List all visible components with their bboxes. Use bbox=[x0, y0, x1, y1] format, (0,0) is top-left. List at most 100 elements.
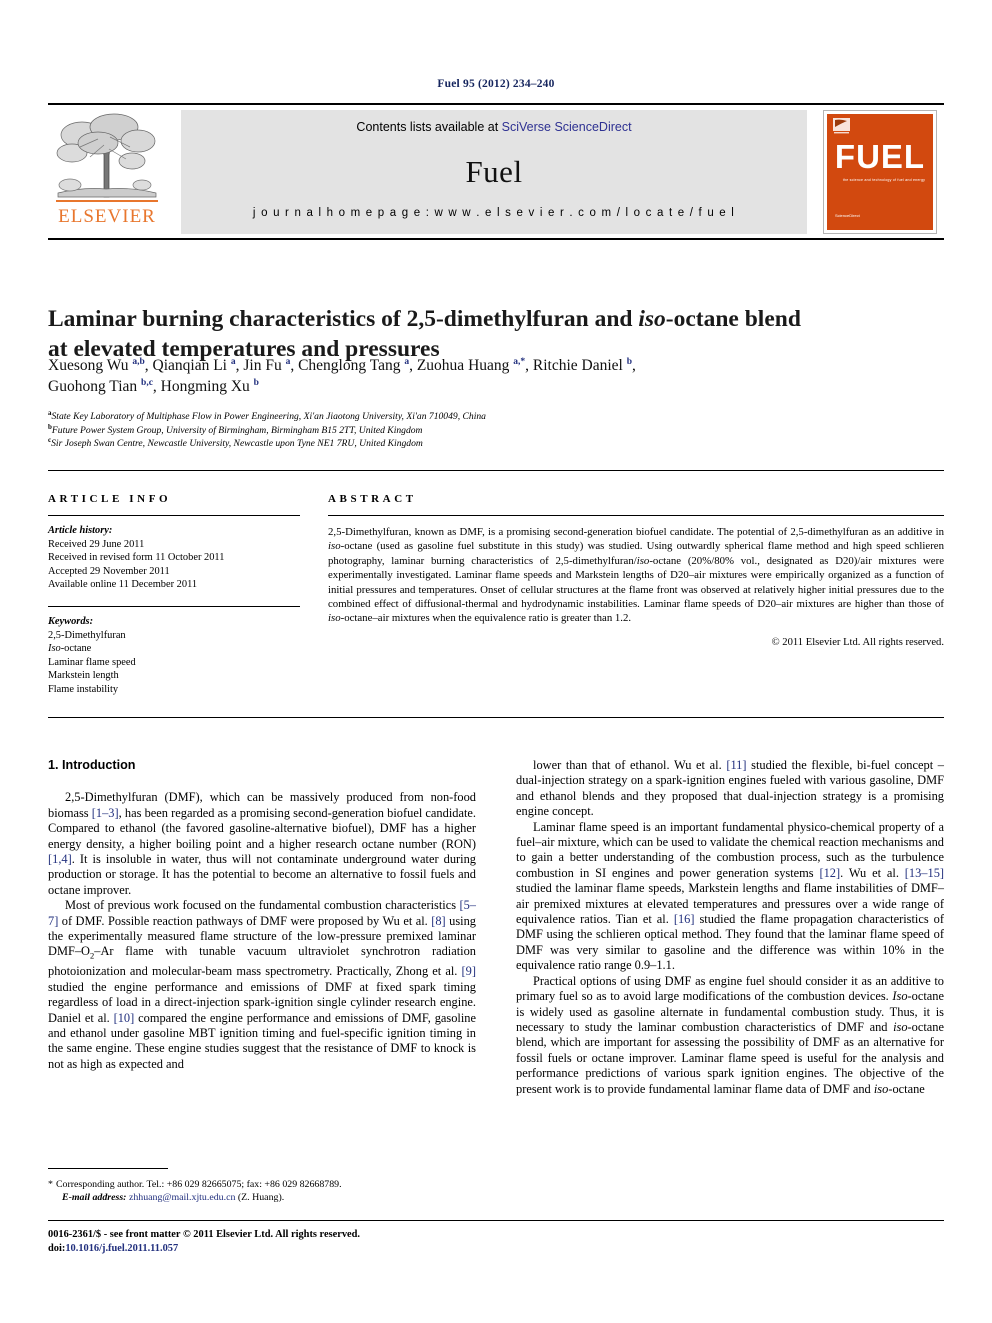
section-heading-introduction: 1. Introduction bbox=[48, 758, 136, 772]
doi-line: doi:10.1016/j.fuel.2011.11.057 bbox=[48, 1242, 608, 1256]
keyword-item: Laminar flame speed bbox=[48, 656, 136, 668]
italic-term: iso bbox=[893, 1019, 908, 1034]
citation-reference[interactable]: [16] bbox=[674, 912, 695, 926]
elsevier-wordmark: ELSEVIER bbox=[58, 206, 156, 227]
doi-label: doi: bbox=[48, 1242, 66, 1254]
article-info-column: ARTICLE INFO Article history: Received 2… bbox=[48, 471, 300, 697]
contents-available-line: Contents lists available at SciVerse Sci… bbox=[181, 120, 807, 134]
footnote-marker: * bbox=[48, 1179, 53, 1190]
abstract-rule bbox=[328, 515, 944, 516]
author-affiliation-marker: b,c bbox=[141, 377, 153, 388]
author-name: Chenglong Tang bbox=[298, 357, 405, 374]
email-owner: (Z. Huang). bbox=[237, 1192, 285, 1204]
affiliation-text: State Key Laboratory of Multiphase Flow … bbox=[51, 411, 486, 422]
citation-reference[interactable]: [13–15] bbox=[905, 866, 944, 880]
cover-footer: ScienceDirect bbox=[835, 213, 860, 218]
email-link[interactable]: zhhuang@mail.xjtu.edu.cn bbox=[129, 1192, 235, 1203]
footnote-line-2: E-mail address: zhhuang@mail.xjtu.edu.cn… bbox=[48, 1191, 476, 1204]
affiliation-text: Sir Joseph Swan Centre, Newcastle Univer… bbox=[51, 438, 423, 449]
author-name: Zuohua Huang bbox=[416, 357, 514, 374]
citation-reference[interactable]: [10] bbox=[114, 1011, 135, 1025]
article-history-block: Article history: Received 29 June 2011 Re… bbox=[48, 524, 300, 592]
journal-title: Fuel bbox=[465, 154, 523, 189]
affiliation-item: cSir Joseph Swan Centre, Newcastle Unive… bbox=[48, 436, 928, 451]
paragraph: Laminar flame speed is an important fund… bbox=[516, 819, 945, 973]
page-footer: 0016-2361/$ - see front matter © 2011 El… bbox=[48, 1228, 608, 1255]
affiliation-item: bFuture Power System Group, University o… bbox=[48, 423, 928, 438]
body-column-right: lower than that of ethanol. Wu et al. [1… bbox=[516, 758, 944, 1097]
citation-reference[interactable]: [5–7] bbox=[48, 898, 476, 927]
keyword-item: Iso-octane bbox=[48, 643, 92, 655]
elsevier-tree-icon bbox=[56, 113, 158, 202]
citation-reference[interactable]: [11] bbox=[726, 758, 746, 772]
paragraph: lower than that of ethanol. Wu et al. [1… bbox=[516, 758, 944, 819]
article-info-heading: ARTICLE INFO bbox=[48, 493, 172, 505]
citation-reference[interactable]: [8] bbox=[431, 914, 445, 928]
keywords-label: Keywords: bbox=[48, 615, 94, 627]
citation-reference[interactable]: [12] bbox=[819, 866, 840, 880]
citation-reference[interactable]: [9] bbox=[462, 964, 476, 978]
issn-copyright-line: 0016-2361/$ - see front matter © 2011 El… bbox=[48, 1229, 361, 1240]
page-footer-rule bbox=[48, 1220, 944, 1221]
article-history-label: Article history: bbox=[48, 525, 113, 536]
corresponding-author-footnote: * Corresponding author. Tel.: +86 029 826… bbox=[48, 1168, 476, 1205]
email-label: E-mail address: bbox=[62, 1192, 127, 1204]
elsevier-logo: ELSEVIER bbox=[52, 109, 162, 234]
italic-term: iso bbox=[873, 1081, 889, 1096]
footnote-line-1: * Corresponding author. Tel.: +86 029 826… bbox=[48, 1178, 476, 1191]
citation-reference[interactable]: [1,4] bbox=[48, 852, 72, 866]
article-info-abstract-box: ARTICLE INFO Article history: Received 2… bbox=[48, 470, 944, 718]
author-affiliation-marker: b bbox=[626, 356, 633, 367]
author-affiliation-marker: a bbox=[230, 356, 236, 367]
author-name: Xuesong Wu bbox=[48, 357, 133, 374]
affiliation-item: aState Key Laboratory of Multiphase Flow… bbox=[48, 409, 928, 424]
abstract-column: ABSTRACT 2,5-Dimethylfuran, known as DMF… bbox=[328, 471, 944, 648]
journal-masthead: ELSEVIER Contents lists available at Sci… bbox=[48, 103, 944, 240]
italic-term: iso bbox=[328, 612, 341, 625]
cover-subtitle: the science and technology of fuel and e… bbox=[842, 178, 926, 182]
affiliation-text: Future Power System Group, University of… bbox=[51, 424, 423, 436]
author-name: Guohong Tian bbox=[48, 378, 142, 395]
author-affiliation-marker: a,* bbox=[513, 356, 526, 367]
author-affiliation-marker: a bbox=[285, 356, 291, 367]
title-part-italic: iso bbox=[638, 305, 666, 332]
keyword-item: 2,5-Dimethylfuran bbox=[48, 629, 126, 641]
keywords-block: Keywords: 2,5-Dimethylfuran Iso-octane Lam… bbox=[48, 615, 300, 697]
article-page: Fuel 95 (2012) 234–240 ELSEVIER Contents… bbox=[0, 0, 992, 1323]
footnote-text: Corresponding author. Tel.: +86 029 8266… bbox=[55, 1179, 342, 1190]
subscript: 2 bbox=[90, 950, 95, 961]
title-part-1: Laminar burning characteristics of 2,5-d… bbox=[48, 305, 639, 332]
article-history-item: Received 29 June 2011 bbox=[48, 538, 145, 550]
italic-term: iso bbox=[328, 540, 341, 553]
paragraph: 2,5-Dimethylfuran (DMF), which can be ma… bbox=[48, 790, 476, 897]
journal-homepage-line[interactable]: j o u r n a l h o m e p a g e : w w w . … bbox=[181, 207, 807, 219]
article-history-items: Received 29 June 2011 Received in revised… bbox=[48, 538, 300, 592]
author-affiliation-marker: b bbox=[253, 377, 259, 388]
abstract-copyright: © 2011 Elsevier Ltd. All rights reserved… bbox=[771, 636, 944, 648]
contents-prefix: Contents lists available at bbox=[356, 120, 502, 134]
masthead-band: Contents lists available at SciVerse Sci… bbox=[181, 110, 807, 234]
author-name: Hongming Xu bbox=[160, 378, 254, 395]
sciencedirect-link[interactable]: SciVerse ScienceDirect bbox=[502, 120, 632, 134]
running-head: Fuel 95 (2012) 234–240 bbox=[437, 78, 555, 90]
author-affiliation-marker: a bbox=[404, 356, 410, 367]
citation-reference[interactable]: [1–3] bbox=[92, 806, 119, 820]
paragraph: Practical options of using DMF as engine… bbox=[516, 973, 944, 1096]
article-info-rule bbox=[48, 515, 300, 516]
author-name: Ritchie Daniel bbox=[532, 357, 627, 374]
article-history-item: Accepted 29 November 2011 bbox=[48, 565, 170, 577]
journal-cover-thumbnail: FUEL the science and technology of fuel … bbox=[823, 110, 937, 234]
cover-elsevier-icon bbox=[833, 118, 850, 136]
affiliation-list: aState Key Laboratory of Multiphase Flow… bbox=[48, 409, 928, 451]
footnote-rule bbox=[48, 1168, 168, 1169]
abstract-paragraph: 2,5-Dimethylfuran, known as DMF, is a pr… bbox=[328, 526, 944, 625]
doi-link[interactable]: 10.1016/j.fuel.2011.11.057 bbox=[65, 1243, 178, 1254]
author-list: Xuesong Wu a,b, Qianqian Li a, Jin Fu a,… bbox=[48, 356, 636, 395]
author-name: Jin Fu bbox=[243, 357, 286, 374]
author-affiliation-marker: a,b bbox=[132, 356, 145, 367]
article-history-item: Received in revised form 11 October 2011 bbox=[48, 552, 225, 564]
keywords-rule bbox=[48, 605, 300, 607]
author-name: Qianqian Li bbox=[152, 357, 231, 374]
italic-term: iso bbox=[636, 554, 650, 567]
title-part-2: -octane blend bbox=[665, 305, 801, 332]
